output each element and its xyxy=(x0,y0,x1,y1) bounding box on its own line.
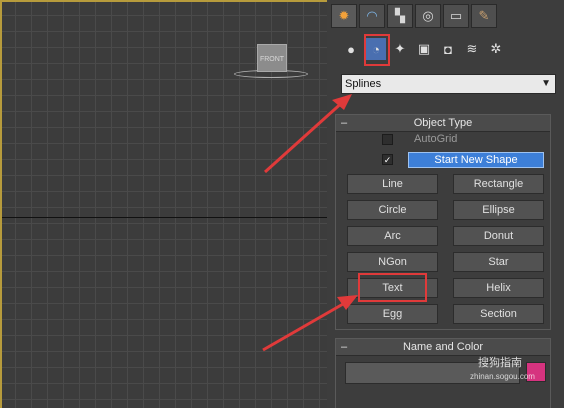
systems-icon: ✲ xyxy=(490,41,502,56)
front-viewport[interactable]: FRONT xyxy=(0,0,327,408)
systems-button[interactable]: ✲ xyxy=(486,38,506,60)
dropdown-value: Splines xyxy=(345,78,382,90)
arc-button[interactable]: Arc xyxy=(347,226,438,246)
viewcube-label: FRONT xyxy=(259,56,285,63)
chevron-down-icon: ▼ xyxy=(541,78,551,89)
command-panel-tabs: ✹ ◠ ▚ ◎ ▭ ✎ xyxy=(327,0,564,28)
category-dropdown[interactable]: Splines ▼ xyxy=(341,74,556,94)
rectangle-button[interactable]: Rectangle xyxy=(453,174,544,194)
text-button-highlight xyxy=(358,273,427,302)
utilities-tab[interactable]: ✎ xyxy=(471,4,497,28)
helix-button[interactable]: Helix xyxy=(453,278,544,298)
start-new-shape-button[interactable]: Start New Shape xyxy=(408,152,544,168)
geometry-icon: ● xyxy=(347,41,355,57)
modify-icon: ◠ xyxy=(366,8,378,23)
hierarchy-tab[interactable]: ▚ xyxy=(387,4,413,28)
viewcube[interactable]: FRONT xyxy=(257,44,287,72)
circle-button[interactable]: Circle xyxy=(347,200,438,220)
modify-tab[interactable]: ◠ xyxy=(359,4,385,28)
create-tab[interactable]: ✹ xyxy=(331,4,357,28)
watermark-url: zhinan.sogou.com xyxy=(470,372,535,381)
cameras-button[interactable]: ▣ xyxy=(414,38,434,60)
lights-button[interactable]: ✦ xyxy=(390,38,410,60)
line-button[interactable]: Line xyxy=(347,174,438,194)
utilities-icon: ✎ xyxy=(478,8,490,23)
start-new-shape-checkbox[interactable]: ✓ xyxy=(382,154,393,165)
autogrid-label: AutoGrid xyxy=(414,133,458,145)
motion-tab[interactable]: ◎ xyxy=(415,4,441,28)
ellipse-button[interactable]: Ellipse xyxy=(453,200,544,220)
object-type-header[interactable]: – Object Type xyxy=(336,115,550,132)
geometry-button[interactable]: ● xyxy=(341,38,361,60)
space-warps-button[interactable]: ≋ xyxy=(462,38,482,60)
name-and-color-title: Name and Color xyxy=(402,341,484,353)
shapes-icon-highlight xyxy=(364,34,390,66)
object-type-title: Object Type xyxy=(413,117,473,129)
horizontal-axis-line xyxy=(2,217,327,218)
helpers-button[interactable]: ◘ xyxy=(438,38,458,60)
display-icon: ▭ xyxy=(449,8,463,23)
create-icon: ✹ xyxy=(338,8,350,23)
autogrid-checkbox[interactable] xyxy=(382,134,393,145)
section-button[interactable]: Section xyxy=(453,304,544,324)
donut-button[interactable]: Donut xyxy=(453,226,544,246)
motion-icon: ◎ xyxy=(422,8,434,23)
ngon-button[interactable]: NGon xyxy=(347,252,438,272)
collapse-icon: – xyxy=(341,117,348,129)
hierarchy-icon: ▚ xyxy=(395,8,405,23)
egg-button[interactable]: Egg xyxy=(347,304,438,324)
cameras-icon: ▣ xyxy=(417,41,431,56)
display-tab[interactable]: ▭ xyxy=(443,4,469,28)
category-icons: ● ◔ ✦ ▣ ◘ ≋ ✲ xyxy=(327,38,564,62)
star-button[interactable]: Star xyxy=(453,252,544,272)
collapse-icon: – xyxy=(341,341,348,353)
space-warps-icon: ≋ xyxy=(466,41,478,56)
watermark-logo-text: 搜狗指南 xyxy=(478,357,522,369)
lights-icon: ✦ xyxy=(394,41,406,56)
helpers-icon: ◘ xyxy=(444,41,452,57)
